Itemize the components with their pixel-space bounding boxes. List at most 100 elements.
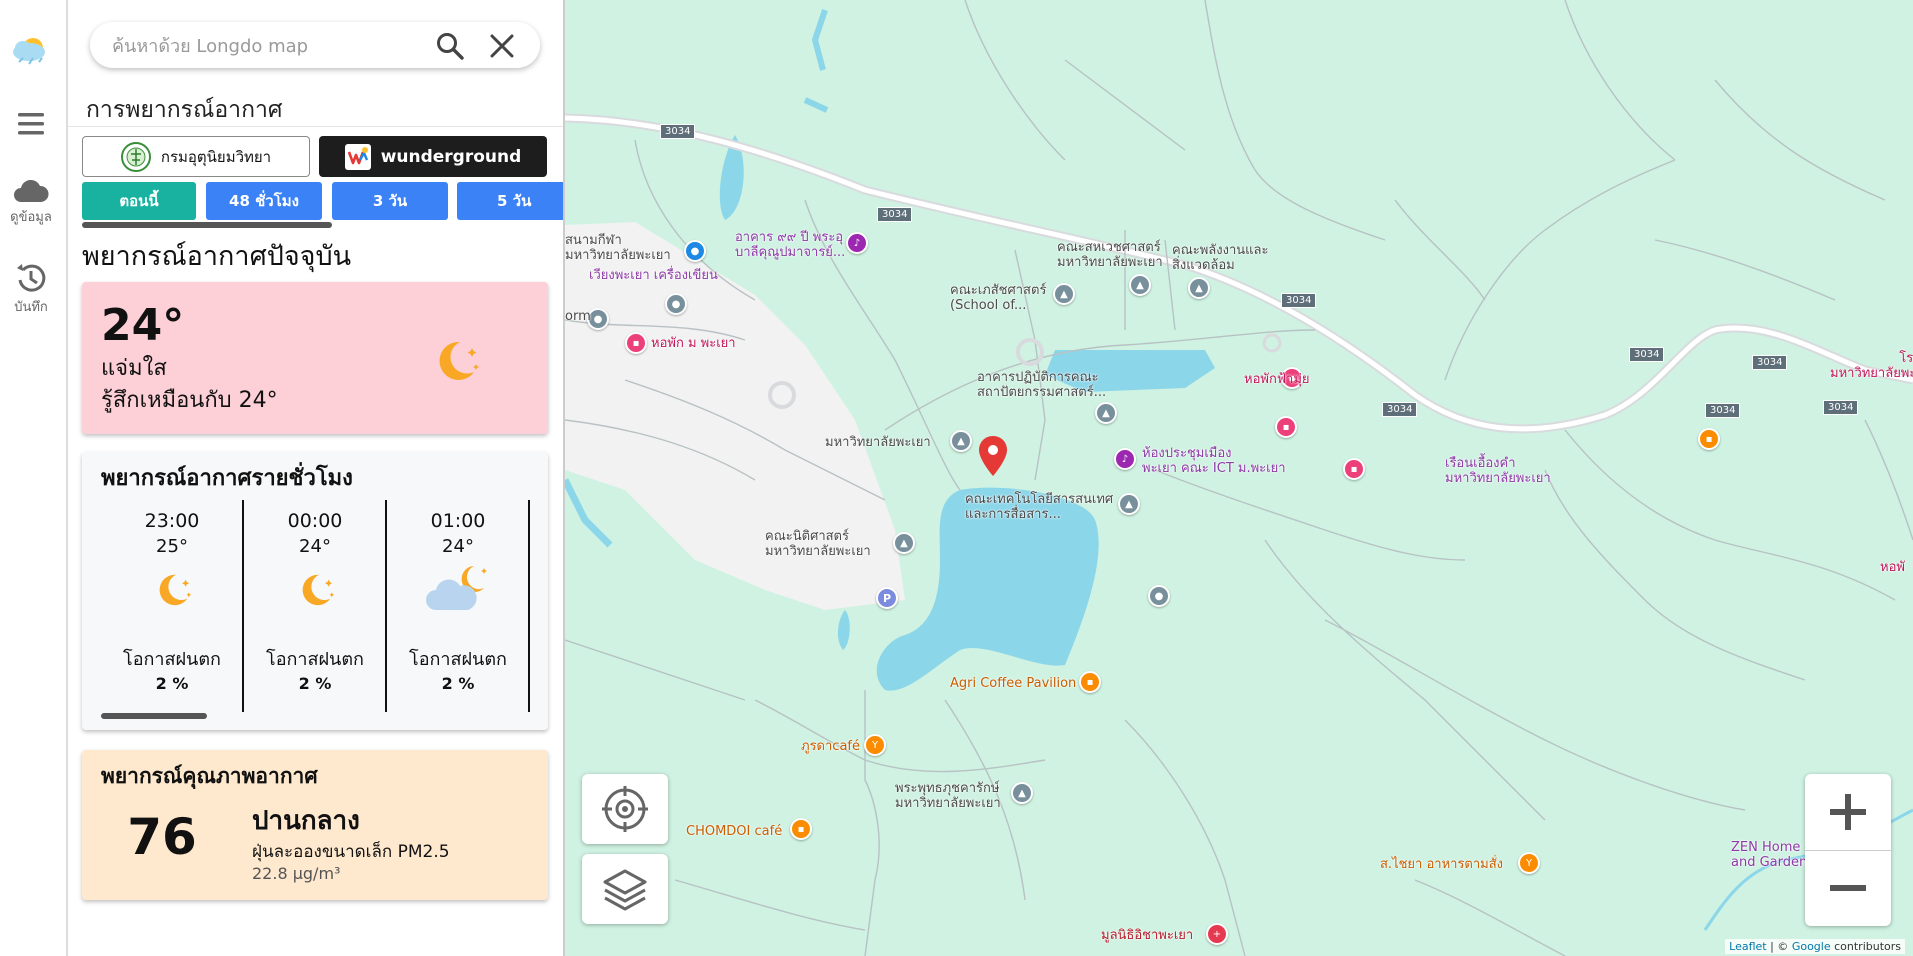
school-poi-icon[interactable]: ▲: [1053, 283, 1075, 305]
cafe-poi-icon[interactable]: ▪: [1698, 428, 1720, 450]
search-input[interactable]: [110, 32, 414, 60]
rain-label: โอกาสฝนตก: [266, 649, 364, 670]
map-label: อาคาร ๙๙ ปี พระอุ บาลีคุณูปมาจารย์...: [735, 230, 846, 260]
source-wunderground-button[interactable]: wunderground: [319, 136, 547, 177]
locate-me-button[interactable]: [582, 774, 668, 844]
road-shield: 3034: [1281, 293, 1317, 308]
parking-poi-icon[interactable]: P: [876, 587, 898, 609]
map-label: สนามกีฬา มหาวิทยาลัยพะเยา: [565, 233, 671, 263]
weather-logo-icon: [13, 38, 45, 65]
hotel-poi-icon[interactable]: ▪: [1275, 416, 1297, 438]
menu-button[interactable]: [0, 110, 62, 140]
map-view[interactable]: 3034 3034 3034 3034 3034 3034 3034 3034 …: [565, 0, 1913, 956]
tab-5-days[interactable]: 5 วัน: [457, 182, 563, 220]
close-icon[interactable]: [488, 32, 516, 60]
road-shield: 3034: [660, 124, 696, 139]
school-poi-icon[interactable]: ▲: [1118, 493, 1140, 515]
rain-chance: 2 %: [155, 674, 189, 693]
school-poi-icon[interactable]: ▲: [893, 532, 915, 554]
source-label: กรมอุตุนิยมวิทยา: [160, 147, 272, 166]
map-label: มูลนิธิอิชาพะเยา: [1101, 928, 1194, 943]
location-pin-icon[interactable]: [979, 436, 1007, 476]
current-weather-heading: พยากรณ์อากาศปัจจุบัน: [82, 241, 352, 272]
map-label: โรงพยมหาวิทยาลัยพะเยา: [1830, 351, 1913, 381]
map-label: CHOMDOI café: [686, 824, 783, 839]
road-shield: 3034: [1823, 400, 1859, 415]
leaflet-link[interactable]: Leaflet: [1729, 940, 1766, 953]
music-poi-icon[interactable]: ♪: [846, 232, 868, 254]
music-poi-icon[interactable]: ♪: [1114, 448, 1136, 470]
map-label: Agri Coffee Pavilion: [950, 676, 1077, 691]
shopping-poi-icon[interactable]: ●: [684, 240, 706, 262]
panel-title: การพยากรณ์อากาศ: [86, 97, 283, 123]
temple-poi-icon[interactable]: ▲: [1011, 782, 1033, 804]
hour-time: 01:00: [430, 510, 486, 532]
tab-now[interactable]: ตอนนี้: [82, 182, 196, 220]
school-poi-icon[interactable]: ▲: [950, 430, 972, 452]
hourly-scrollbar[interactable]: [101, 713, 207, 719]
school-poi-icon[interactable]: ▲: [1188, 277, 1210, 299]
hour-time: 00:00: [287, 510, 343, 532]
hotel-poi-icon[interactable]: ▪: [1343, 458, 1365, 480]
source-tmd-button[interactable]: กรมอุตุนิยมวิทยา: [82, 136, 310, 177]
map-base-layer: [565, 0, 1913, 956]
restaurant-poi-icon[interactable]: Y: [864, 734, 886, 756]
restaurant-poi-icon[interactable]: Y: [1518, 852, 1540, 874]
moon-icon: [244, 570, 386, 614]
google-link[interactable]: Google: [1792, 940, 1831, 953]
hour-temp: 24°: [299, 536, 331, 557]
place-poi-icon[interactable]: ●: [665, 293, 687, 315]
app-logo[interactable]: [0, 28, 62, 74]
map-label: คณะเทคโนโลยีสารสนเทศ และการสื่อสาร...: [965, 492, 1114, 522]
place-poi-icon[interactable]: ●: [1148, 585, 1170, 607]
nav-rail: ดูข้อมูล บันทึก: [0, 0, 68, 956]
map-label: เวียงพะเยา เครื่องเขียน: [589, 268, 718, 283]
attribution-separator: | ©: [1766, 940, 1792, 953]
pollutant-name: ฝุ่นละอองขนาดเล็ก PM2.5: [252, 842, 450, 862]
search-icon[interactable]: [436, 32, 464, 60]
tmd-logo-icon: [120, 141, 151, 172]
minus-icon: [1830, 885, 1866, 891]
rain-chance: 2 %: [441, 674, 475, 693]
rail-item-history[interactable]: บันทึก: [0, 262, 62, 317]
rain-chance: 2 %: [298, 674, 332, 693]
map-label: ส.ไชยา อาหารตามสั่ง: [1380, 857, 1504, 872]
divider: [68, 126, 563, 127]
map-label: หอพักฟ้ามุ่ย: [1244, 372, 1310, 387]
tab-3-days[interactable]: 3 วัน: [332, 182, 448, 220]
cafe-poi-icon[interactable]: ▪: [1079, 671, 1101, 693]
map-label: หอพั: [1880, 560, 1905, 575]
rail-item-view-data[interactable]: ดูข้อมูล: [0, 180, 62, 227]
health-poi-icon[interactable]: +: [1206, 923, 1228, 945]
zoom-out-button[interactable]: [1805, 850, 1891, 926]
aqi-level: ปานกลาง: [252, 806, 360, 836]
column-divider: [528, 500, 530, 712]
rail-item-label: บันทึก: [14, 300, 48, 315]
layers-button[interactable]: [582, 854, 668, 924]
school-poi-icon[interactable]: ▲: [1095, 402, 1117, 424]
road-shield: 3034: [1629, 347, 1665, 362]
moon-icon: [439, 341, 479, 380]
hourly-forecast-heading: พยากรณ์อากาศรายชั่วโมง: [101, 466, 353, 491]
zoom-in-button[interactable]: [1805, 774, 1891, 851]
map-label: คณะสหเวชศาสตร์ มหาวิทยาลัยพะเยา: [1057, 240, 1163, 270]
rail-item-label: ดูข้อมูล: [10, 210, 52, 225]
school-poi-icon[interactable]: ▲: [1129, 274, 1151, 296]
tab-48-hours[interactable]: 48 ชั่วโมง: [206, 182, 322, 220]
current-weather-card: 24° แจ่มใส รู้สึกเหมือนกับ 24°: [82, 282, 548, 434]
plus-icon: [1830, 794, 1866, 830]
feels-like: รู้สึกเหมือนกับ 24°: [101, 388, 278, 413]
hotel-poi-icon[interactable]: ▪: [625, 332, 647, 354]
tabs-scrollbar[interactable]: [82, 222, 332, 228]
layers-icon: [603, 869, 647, 911]
road-shield: 3034: [877, 207, 913, 222]
cafe-poi-icon[interactable]: ▪: [790, 818, 812, 840]
hour-temp: 25°: [156, 536, 188, 557]
pollutant-concentration: 22.8 µg/m³: [252, 864, 341, 883]
hourly-item: 23:00 25° โอกาสฝนตก 2 %: [101, 502, 243, 714]
crosshair-icon: [602, 786, 648, 832]
map-attribution: Leaflet | © Google contributors: [1725, 939, 1905, 954]
search-box: [90, 22, 540, 68]
zoom-control: [1805, 774, 1891, 926]
air-quality-heading: พยากรณ์คุณภาพอากาศ: [101, 764, 318, 788]
